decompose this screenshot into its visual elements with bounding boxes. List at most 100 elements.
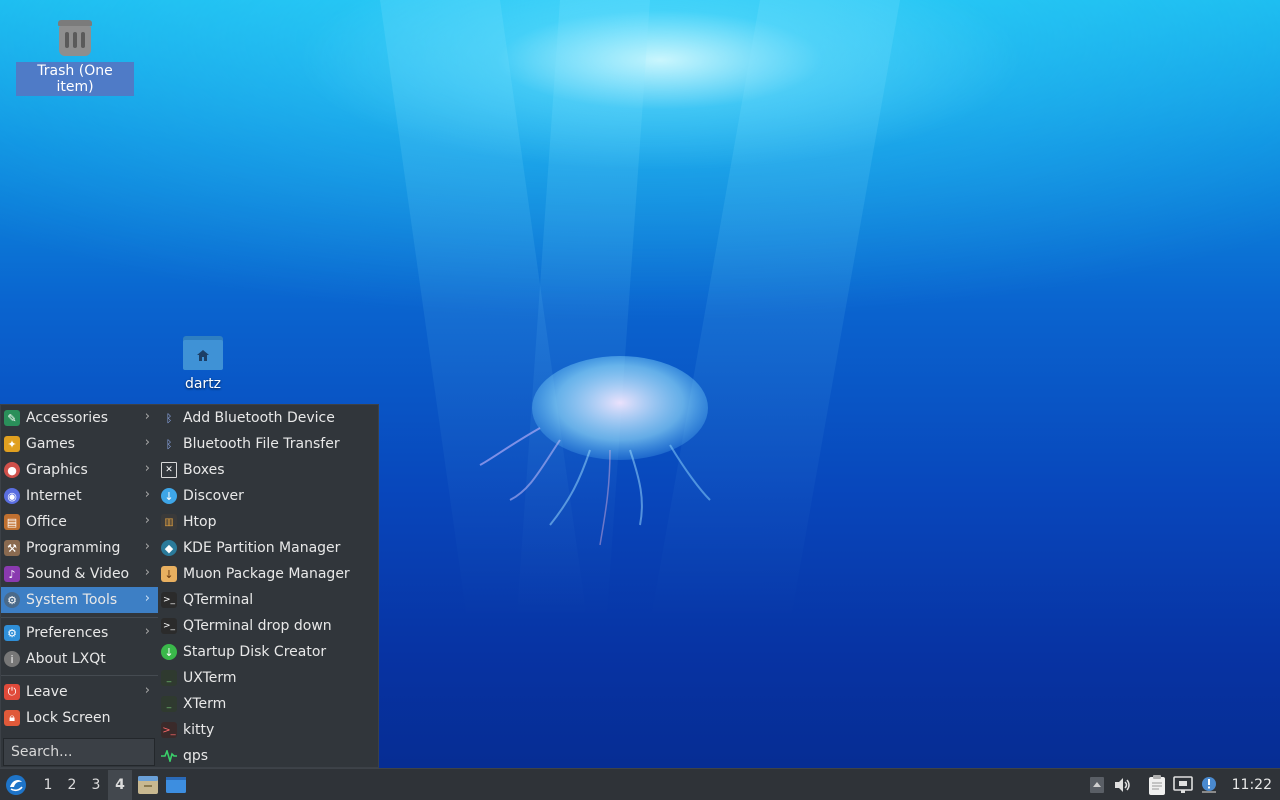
menu-item-label: Muon Package Manager xyxy=(183,566,350,582)
menu-category-label: Graphics xyxy=(26,462,88,478)
menu-item-label: Startup Disk Creator xyxy=(183,644,327,660)
menu-item-bluetooth-file-transfer[interactable]: ᛒ Bluetooth File Transfer xyxy=(158,431,380,457)
qps-icon xyxy=(161,748,177,764)
workspace-2-button[interactable]: 2 xyxy=(60,770,84,800)
menu-category-system-tools[interactable]: ⚙ System Tools › xyxy=(1,587,158,613)
menu-item-uxterm[interactable]: _ UXTerm xyxy=(158,665,380,691)
startup-disk-icon: ↓ xyxy=(161,644,177,660)
graphics-icon: ● xyxy=(4,462,20,478)
bluetooth-icon: ᛒ xyxy=(165,411,173,425)
programming-icon: ⚒ xyxy=(4,540,20,556)
trash-desktop-icon[interactable]: Trash (One item) xyxy=(16,16,134,96)
clock[interactable]: 11:22 xyxy=(1222,777,1280,793)
chevron-right-icon: › xyxy=(144,409,150,424)
file-manager-icon xyxy=(138,775,158,794)
trash-icon xyxy=(56,18,94,58)
chevron-right-icon: › xyxy=(144,565,150,580)
menu-category-sound-video[interactable]: ♪ Sound & Video › xyxy=(1,561,158,587)
menu-item-label: Lock Screen xyxy=(26,710,111,726)
menu-item-label: Bluetooth File Transfer xyxy=(183,436,340,452)
menu-item-label: KDE Partition Manager xyxy=(183,540,341,556)
speaker-icon xyxy=(1114,778,1130,792)
clipboard-icon xyxy=(1148,775,1165,795)
menu-category-internet[interactable]: ◉ Internet › xyxy=(1,483,158,509)
home-folder-icon xyxy=(183,332,223,370)
menu-separator xyxy=(1,675,158,676)
accessories-icon: ✎ xyxy=(4,410,20,426)
internet-icon: ◉ xyxy=(4,488,20,504)
start-menu-button[interactable] xyxy=(2,771,30,799)
menu-categories: ✎ Accessories › ✦ Games › ● Graphics › ◉… xyxy=(1,405,158,767)
menu-category-games[interactable]: ✦ Games › xyxy=(1,431,158,457)
office-icon: ▤ xyxy=(4,514,20,530)
trash-label: Trash (One item) xyxy=(16,62,134,96)
menu-item-label: Boxes xyxy=(183,462,225,478)
menu-category-label: Internet xyxy=(26,488,82,504)
muon-icon: ↓ xyxy=(161,566,177,582)
menu-item-xterm[interactable]: _ XTerm xyxy=(158,691,380,717)
home-folder-desktop-icon[interactable]: dartz xyxy=(168,330,238,392)
network-wired-icon xyxy=(1172,776,1193,793)
chevron-right-icon: › xyxy=(144,513,150,528)
xterm-icon: _ xyxy=(161,696,177,712)
menu-item-lock-screen[interactable]: 🔒︎ Lock Screen xyxy=(1,705,158,731)
workspace-3-button[interactable]: 3 xyxy=(84,770,108,800)
application-menu: ✎ Accessories › ✦ Games › ● Graphics › ◉… xyxy=(0,404,379,768)
notification-button[interactable] xyxy=(1196,770,1222,800)
menu-category-graphics[interactable]: ● Graphics › xyxy=(1,457,158,483)
workspace-1-button[interactable]: 1 xyxy=(36,770,60,800)
boxes-icon: ✕ xyxy=(161,462,177,478)
menu-item-preferences[interactable]: ⚙ Preferences › xyxy=(1,620,158,646)
notification-icon xyxy=(1201,777,1216,793)
chevron-right-icon: › xyxy=(144,435,150,450)
xterm-icon: _ xyxy=(161,670,177,686)
tray-expand-button[interactable] xyxy=(1084,770,1110,800)
menu-item-label: QTerminal xyxy=(183,592,254,608)
menu-item-label: Htop xyxy=(183,514,217,530)
chevron-right-icon: › xyxy=(144,487,150,502)
network-button[interactable] xyxy=(1170,770,1196,800)
chevron-right-icon: › xyxy=(144,539,150,554)
menu-item-leave[interactable]: ⏻ Leave › xyxy=(1,679,158,705)
search-placeholder: Search... xyxy=(11,744,73,760)
menu-item-discover[interactable]: ↓ Discover xyxy=(158,483,380,509)
menu-item-startup-disk-creator[interactable]: ↓ Startup Disk Creator xyxy=(158,639,380,665)
menu-item-qps[interactable]: qps xyxy=(158,743,380,769)
menu-category-label: Games xyxy=(26,436,75,452)
menu-item-about-lxqt[interactable]: i About LXQt xyxy=(1,646,158,672)
terminal-icon: >_ xyxy=(161,618,177,634)
menu-item-label: qps xyxy=(183,748,209,764)
menu-item-add-bluetooth-device[interactable]: ᛒ Add Bluetooth Device xyxy=(158,405,380,431)
menu-category-programming[interactable]: ⚒ Programming › xyxy=(1,535,158,561)
menu-category-office[interactable]: ▤ Office › xyxy=(1,509,158,535)
workspace-4-button[interactable]: 4 xyxy=(108,769,132,800)
chevron-right-icon: › xyxy=(144,624,150,639)
menu-item-label: QTerminal drop down xyxy=(183,618,332,634)
menu-item-qterminal[interactable]: >_ QTerminal xyxy=(158,587,380,613)
jellyfish-wallpaper-image xyxy=(479,356,711,546)
menu-item-htop[interactable]: ▥ Htop xyxy=(158,509,380,535)
desktop-icon xyxy=(166,776,186,793)
htop-icon: ▥ xyxy=(161,514,177,530)
bluetooth-icon: ᛒ xyxy=(165,437,173,451)
menu-item-kitty[interactable]: >_ kitty xyxy=(158,717,380,743)
menu-search-input[interactable]: Search... xyxy=(3,738,155,766)
menu-category-accessories[interactable]: ✎ Accessories › xyxy=(1,405,158,431)
power-icon: ⏻ xyxy=(4,684,20,700)
menu-item-muon-package-manager[interactable]: ↓ Muon Package Manager xyxy=(158,561,380,587)
discover-icon: ↓ xyxy=(161,488,177,504)
menu-separator xyxy=(1,617,158,618)
menu-item-boxes[interactable]: ✕ Boxes xyxy=(158,457,380,483)
file-manager-launcher[interactable] xyxy=(134,770,162,800)
show-desktop-button[interactable] xyxy=(162,770,190,800)
menu-item-label: Add Bluetooth Device xyxy=(183,410,335,426)
terminal-icon: >_ xyxy=(161,592,177,608)
clipboard-button[interactable] xyxy=(1144,770,1170,800)
menu-item-label: XTerm xyxy=(183,696,227,712)
about-icon: i xyxy=(4,651,20,667)
menu-item-kde-partition-manager[interactable]: ◆ KDE Partition Manager xyxy=(158,535,380,561)
volume-button[interactable] xyxy=(1110,770,1136,800)
menu-item-qterminal-drop-down[interactable]: >_ QTerminal drop down xyxy=(158,613,380,639)
preferences-icon: ⚙ xyxy=(4,625,20,641)
menu-category-label: Sound & Video xyxy=(26,566,130,582)
